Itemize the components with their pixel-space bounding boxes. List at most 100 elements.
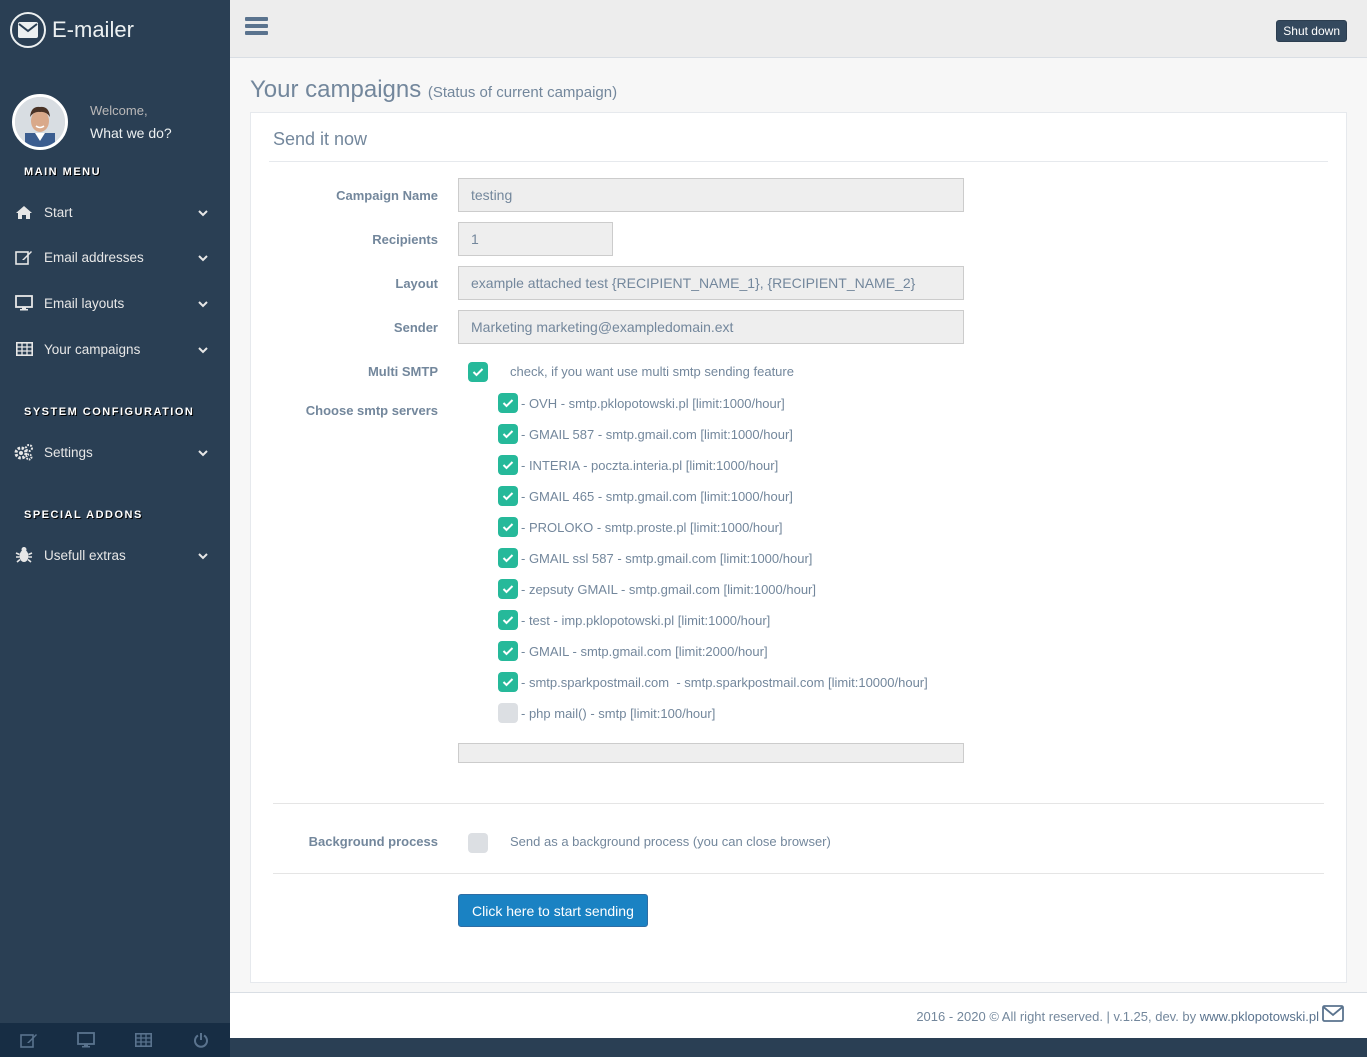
welcome-text: Welcome, bbox=[90, 103, 148, 118]
smtp-server-checkbox[interactable] bbox=[498, 548, 518, 568]
smtp-server-checkbox[interactable] bbox=[498, 486, 518, 506]
campaign-name-label: Campaign Name bbox=[336, 188, 438, 203]
smtp-server-checkbox[interactable] bbox=[498, 703, 518, 723]
envelope-icon bbox=[10, 12, 46, 48]
check-icon bbox=[472, 368, 484, 377]
footer-copyright: 2016 - 2020 © All right reserved. | v.1.… bbox=[916, 1009, 1200, 1024]
sidebar-item-usefull-extras[interactable]: Usefull extras bbox=[0, 540, 230, 570]
multi-smtp-checkbox[interactable] bbox=[468, 362, 488, 382]
smtp-server-item[interactable]: - PROLOKO - smtp.proste.pl [limit:1000/h… bbox=[498, 517, 783, 537]
shutdown-button[interactable]: Shut down bbox=[1276, 20, 1347, 42]
smtp-server-checkbox[interactable] bbox=[498, 672, 518, 692]
smtp-server-item[interactable]: - GMAIL 587 - smtp.gmail.com [limit:1000… bbox=[498, 424, 793, 444]
smtp-server-label: - PROLOKO - smtp.proste.pl [limit:1000/h… bbox=[521, 519, 783, 535]
avatar bbox=[12, 94, 68, 150]
chevron-down-icon bbox=[198, 445, 208, 460]
multi-smtp-text: check, if you want use multi smtp sendin… bbox=[510, 364, 794, 379]
smtp-server-checkbox[interactable] bbox=[498, 393, 518, 413]
cogs-icon bbox=[14, 443, 34, 461]
sidebar-item-label: Start bbox=[44, 204, 73, 220]
sidebar-item-your-campaigns[interactable]: Your campaigns bbox=[0, 334, 230, 364]
chevron-down-icon bbox=[198, 205, 208, 220]
section-system-configuration: SYSTEM CONFIGURATION bbox=[24, 406, 195, 418]
section-main-menu: MAIN MENU bbox=[24, 166, 102, 178]
smtp-server-checkbox[interactable] bbox=[498, 455, 518, 475]
divider bbox=[273, 873, 1324, 874]
smtp-server-label: - php mail() - smtp [limit:100/hour] bbox=[521, 705, 716, 721]
smtp-server-label: - GMAIL 587 - smtp.gmail.com [limit:1000… bbox=[521, 426, 793, 442]
smtp-server-item[interactable]: - GMAIL 465 - smtp.gmail.com [limit:1000… bbox=[498, 486, 793, 506]
smtp-server-checkbox[interactable] bbox=[498, 579, 518, 599]
footer-text: 2016 - 2020 © All right reserved. | v.1.… bbox=[916, 1009, 1319, 1024]
chevron-down-icon bbox=[198, 342, 208, 357]
campaign-name-field[interactable]: testing bbox=[458, 178, 964, 212]
sidebar-item-settings[interactable]: Settings bbox=[0, 437, 230, 467]
smtp-server-label: - test - imp.pklopotowski.pl [limit:1000… bbox=[521, 612, 771, 628]
smtp-server-item[interactable]: - php mail() - smtp [limit:100/hour] bbox=[498, 703, 715, 723]
brand[interactable]: E-mailer bbox=[0, 0, 230, 60]
smtp-server-label: - smtp.sparkpostmail.com - smtp.sparkpos… bbox=[521, 674, 928, 690]
layout-label: Layout bbox=[395, 276, 438, 291]
smtp-server-item[interactable]: - OVH - smtp.pklopotowski.pl [limit:1000… bbox=[498, 393, 785, 413]
smtp-server-item[interactable]: - GMAIL - smtp.gmail.com [limit:2000/hou… bbox=[498, 641, 768, 661]
menu-toggle-icon[interactable] bbox=[245, 17, 268, 39]
sidebar-item-label: Settings bbox=[44, 444, 93, 460]
start-sending-button[interactable]: Click here to start sending bbox=[458, 894, 648, 927]
footer-table-icon[interactable] bbox=[115, 1023, 173, 1057]
check-icon bbox=[502, 461, 514, 470]
background-process-checkbox[interactable] bbox=[468, 833, 488, 853]
footer-edit-icon[interactable] bbox=[0, 1023, 58, 1057]
footer-desktop-icon[interactable] bbox=[58, 1023, 116, 1057]
smtp-server-checkbox[interactable] bbox=[498, 610, 518, 630]
smtp-server-checkbox[interactable] bbox=[498, 424, 518, 444]
background-process-label: Background process bbox=[308, 834, 438, 849]
smtp-server-label: - GMAIL 465 - smtp.gmail.com [limit:1000… bbox=[521, 488, 793, 504]
smtp-server-checkbox[interactable] bbox=[498, 641, 518, 661]
section-special-addons: SPECIAL ADDONS bbox=[24, 509, 143, 521]
sidebar-item-label: Email layouts bbox=[44, 295, 125, 311]
smtp-server-item[interactable]: - test - imp.pklopotowski.pl [limit:1000… bbox=[498, 610, 770, 630]
panel-title: Send it now bbox=[273, 129, 368, 149]
footer: 2016 - 2020 © All right reserved. | v.1.… bbox=[230, 992, 1367, 1038]
footer-power-icon[interactable] bbox=[173, 1023, 231, 1057]
divider bbox=[269, 161, 1328, 162]
sender-label: Sender bbox=[393, 320, 438, 335]
check-icon bbox=[502, 616, 514, 625]
multi-smtp-label: Multi SMTP bbox=[367, 364, 438, 379]
check-icon bbox=[502, 678, 514, 687]
sidebar-item-label: Usefull extras bbox=[44, 547, 126, 563]
table-icon bbox=[14, 340, 34, 358]
chevron-down-icon bbox=[198, 548, 208, 563]
footer-link[interactable]: www.pklopotowski.pl bbox=[1200, 1009, 1319, 1024]
check-icon bbox=[502, 523, 514, 532]
profile: Welcome, What we do? bbox=[0, 92, 230, 152]
choose-smtp-label: Choose smtp servers bbox=[305, 403, 438, 418]
check-icon bbox=[502, 430, 514, 439]
sidebar-item-email-layouts[interactable]: Email layouts bbox=[0, 288, 230, 318]
top-nav: Shut down bbox=[230, 0, 1367, 58]
sidebar-item-start[interactable]: Start bbox=[0, 197, 230, 227]
page-subtitle: (Status of current campaign) bbox=[427, 84, 618, 101]
sender-field[interactable]: Marketing marketing@exampledomain.ext bbox=[458, 310, 964, 344]
divider bbox=[273, 803, 1324, 804]
sidebar-footer bbox=[0, 1023, 230, 1057]
check-icon bbox=[502, 585, 514, 594]
smtp-server-label: - INTERIA - poczta.interia.pl [limit:100… bbox=[521, 457, 779, 473]
smtp-server-checkbox[interactable] bbox=[498, 517, 518, 537]
smtp-select-box[interactable] bbox=[458, 743, 964, 763]
page-title: Your campaigns (Status of current campai… bbox=[250, 76, 617, 104]
background-process-text: Send as a background process (you can cl… bbox=[510, 834, 831, 849]
smtp-server-item[interactable]: - INTERIA - poczta.interia.pl [limit:100… bbox=[498, 455, 778, 475]
recipients-field[interactable]: 1 bbox=[458, 222, 613, 256]
recipients-label: Recipients bbox=[372, 232, 438, 247]
sidebar-item-label: Your campaigns bbox=[44, 341, 141, 357]
sidebar-item-email-addresses[interactable]: Email addresses bbox=[0, 242, 230, 272]
edit-icon bbox=[14, 248, 34, 266]
bug-icon bbox=[14, 546, 34, 564]
sidebar: E-mailer Welcome, What we do? MAIN MENU … bbox=[0, 0, 230, 1057]
smtp-server-item[interactable]: - zepsuty GMAIL - smtp.gmail.com [limit:… bbox=[498, 579, 816, 599]
chevron-down-icon bbox=[198, 250, 208, 265]
smtp-server-item[interactable]: - smtp.sparkpostmail.com - smtp.sparkpos… bbox=[498, 672, 928, 692]
smtp-server-item[interactable]: - GMAIL ssl 587 - smtp.gmail.com [limit:… bbox=[498, 548, 812, 568]
layout-field[interactable]: example attached test {RECIPIENT_NAME_1}… bbox=[458, 266, 964, 300]
